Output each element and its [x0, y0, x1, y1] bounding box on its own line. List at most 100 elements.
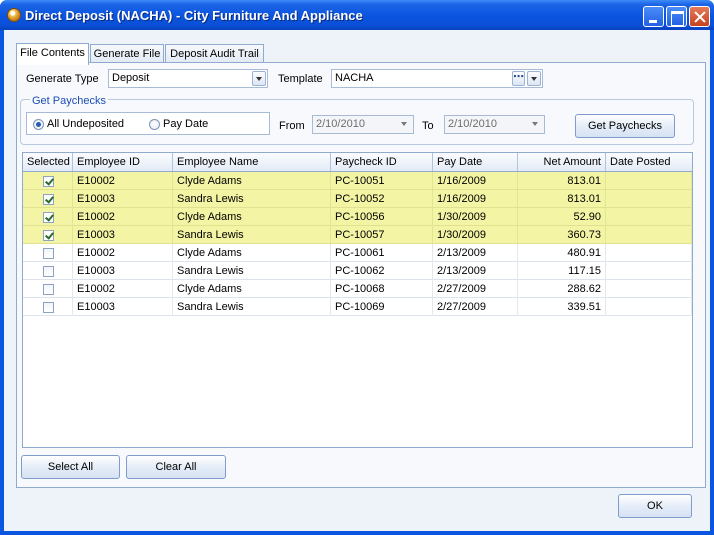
- paycheck-filter-options: All Undeposited Pay Date: [26, 112, 270, 135]
- cell-selected: [23, 208, 73, 226]
- cell-employee-name: Sandra Lewis: [173, 262, 331, 280]
- table-row[interactable]: E10002 Clyde Adams PC-10056 1/30/2009 52.90: [23, 208, 692, 226]
- column-header-employee-id[interactable]: Employee ID: [73, 153, 173, 171]
- get-paychecks-button[interactable]: Get Paychecks: [575, 114, 675, 138]
- cell-selected: [23, 190, 73, 208]
- from-label: From: [279, 120, 305, 132]
- cell-date-posted: [606, 226, 692, 244]
- column-header-pay-date[interactable]: Pay Date: [433, 153, 518, 171]
- from-date-value: 2/10/2010: [316, 118, 365, 130]
- table-row[interactable]: E10002 Clyde Adams PC-10068 2/27/2009 288.62: [23, 280, 692, 298]
- table-row[interactable]: E10003 Sandra Lewis PC-10062 2/13/2009 117.1…: [23, 262, 692, 280]
- cell-net-amount: 813.01: [518, 172, 606, 190]
- template-value: NACHA: [335, 72, 374, 84]
- app-icon[interactable]: [7, 8, 21, 22]
- cell-date-posted: [606, 172, 692, 190]
- cell-selected: [23, 226, 73, 244]
- chevron-down-icon[interactable]: [398, 117, 412, 132]
- row-select-checkbox[interactable]: [43, 194, 54, 205]
- cell-net-amount: 339.51: [518, 298, 606, 316]
- template-select[interactable]: NACHA ⋯: [331, 69, 543, 88]
- cell-employee-name: Clyde Adams: [173, 208, 331, 226]
- select-all-button[interactable]: Select All: [21, 455, 120, 479]
- row-select-checkbox[interactable]: [43, 212, 54, 223]
- cell-employee-name: Clyde Adams: [173, 280, 331, 298]
- cell-employee-id: E10002: [73, 172, 173, 190]
- cell-employee-name: Sandra Lewis: [173, 298, 331, 316]
- table-row[interactable]: E10002 Clyde Adams PC-10061 2/13/2009 480.91: [23, 244, 692, 262]
- cell-paycheck-id: PC-10062: [331, 262, 433, 280]
- cell-selected: [23, 244, 73, 262]
- table-row[interactable]: E10003 Sandra Lewis PC-10052 1/16/2009 813.0…: [23, 190, 692, 208]
- cell-employee-name: Clyde Adams: [173, 244, 331, 262]
- cell-paycheck-id: PC-10057: [331, 226, 433, 244]
- cell-pay-date: 2/13/2009: [433, 244, 518, 262]
- row-select-checkbox[interactable]: [43, 248, 54, 259]
- cell-employee-id: E10003: [73, 262, 173, 280]
- template-label: Template: [278, 73, 323, 85]
- cell-net-amount: 360.73: [518, 226, 606, 244]
- cell-date-posted: [606, 190, 692, 208]
- cell-employee-id: E10002: [73, 244, 173, 262]
- cell-pay-date: 1/16/2009: [433, 172, 518, 190]
- option-pay-date-label[interactable]: Pay Date: [163, 118, 208, 130]
- cell-employee-id: E10003: [73, 226, 173, 244]
- to-label: To: [422, 120, 434, 132]
- cell-paycheck-id: PC-10061: [331, 244, 433, 262]
- column-header-selected[interactable]: Selected: [23, 153, 73, 171]
- window-title: Direct Deposit (NACHA) - City Furniture …: [25, 8, 363, 23]
- to-date-picker[interactable]: 2/10/2010: [444, 115, 545, 134]
- generate-type-select[interactable]: Deposit: [108, 69, 268, 88]
- cell-selected: [23, 262, 73, 280]
- row-select-checkbox[interactable]: [43, 230, 54, 241]
- get-paychecks-group-title: Get Paychecks: [30, 95, 108, 107]
- maximize-button[interactable]: [666, 6, 687, 27]
- clear-all-button[interactable]: Clear All: [126, 455, 226, 479]
- table-row[interactable]: E10003 Sandra Lewis PC-10057 1/30/2009 360.7…: [23, 226, 692, 244]
- cell-net-amount: 52.90: [518, 208, 606, 226]
- cell-pay-date: 1/16/2009: [433, 190, 518, 208]
- chevron-down-icon[interactable]: [529, 117, 543, 132]
- minimize-button[interactable]: [643, 6, 664, 27]
- column-header-employee-name[interactable]: Employee Name: [173, 153, 331, 171]
- row-select-checkbox[interactable]: [43, 266, 54, 277]
- tab-generate-file[interactable]: Generate File: [90, 44, 164, 64]
- table-row[interactable]: E10002 Clyde Adams PC-10051 1/16/2009 813.01: [23, 172, 692, 190]
- cell-employee-name: Sandra Lewis: [173, 226, 331, 244]
- from-date-picker[interactable]: 2/10/2010: [312, 115, 414, 134]
- cell-pay-date: 2/27/2009: [433, 280, 518, 298]
- grid-header: Selected Employee ID Employee Name Paych…: [23, 153, 692, 172]
- radio-all-undeposited[interactable]: [33, 119, 44, 130]
- column-header-net-amount[interactable]: Net Amount: [518, 153, 606, 171]
- to-date-value: 2/10/2010: [448, 118, 497, 130]
- cell-employee-id: E10003: [73, 298, 173, 316]
- title-bar[interactable]: Direct Deposit (NACHA) - City Furniture …: [0, 0, 714, 30]
- ellipsis-icon[interactable]: ⋯: [512, 71, 525, 86]
- ok-button[interactable]: OK: [618, 494, 692, 518]
- cell-date-posted: [606, 262, 692, 280]
- cell-net-amount: 117.15: [518, 262, 606, 280]
- radio-pay-date[interactable]: [149, 119, 160, 130]
- column-header-date-posted[interactable]: Date Posted: [606, 153, 692, 171]
- close-button[interactable]: [689, 6, 710, 27]
- cell-paycheck-id: PC-10068: [331, 280, 433, 298]
- chevron-down-icon[interactable]: [527, 71, 541, 86]
- tab-deposit-audit-trail[interactable]: Deposit Audit Trail: [165, 44, 264, 64]
- cell-selected: [23, 280, 73, 298]
- tab-file-contents[interactable]: File Contents: [16, 43, 89, 65]
- row-select-checkbox[interactable]: [43, 176, 54, 187]
- cell-paycheck-id: PC-10069: [331, 298, 433, 316]
- cell-employee-id: E10003: [73, 190, 173, 208]
- chevron-down-icon[interactable]: [252, 71, 266, 86]
- row-select-checkbox[interactable]: [43, 302, 54, 313]
- cell-employee-name: Sandra Lewis: [173, 190, 331, 208]
- paychecks-grid: Selected Employee ID Employee Name Paych…: [22, 152, 693, 448]
- table-row[interactable]: E10003 Sandra Lewis PC-10069 2/27/2009 339.5…: [23, 298, 692, 316]
- cell-selected: [23, 172, 73, 190]
- option-all-undeposited-label[interactable]: All Undeposited: [47, 118, 124, 130]
- row-select-checkbox[interactable]: [43, 284, 54, 295]
- cell-pay-date: 2/27/2009: [433, 298, 518, 316]
- cell-net-amount: 813.01: [518, 190, 606, 208]
- column-header-paycheck-id[interactable]: Paycheck ID: [331, 153, 433, 171]
- cell-paycheck-id: PC-10056: [331, 208, 433, 226]
